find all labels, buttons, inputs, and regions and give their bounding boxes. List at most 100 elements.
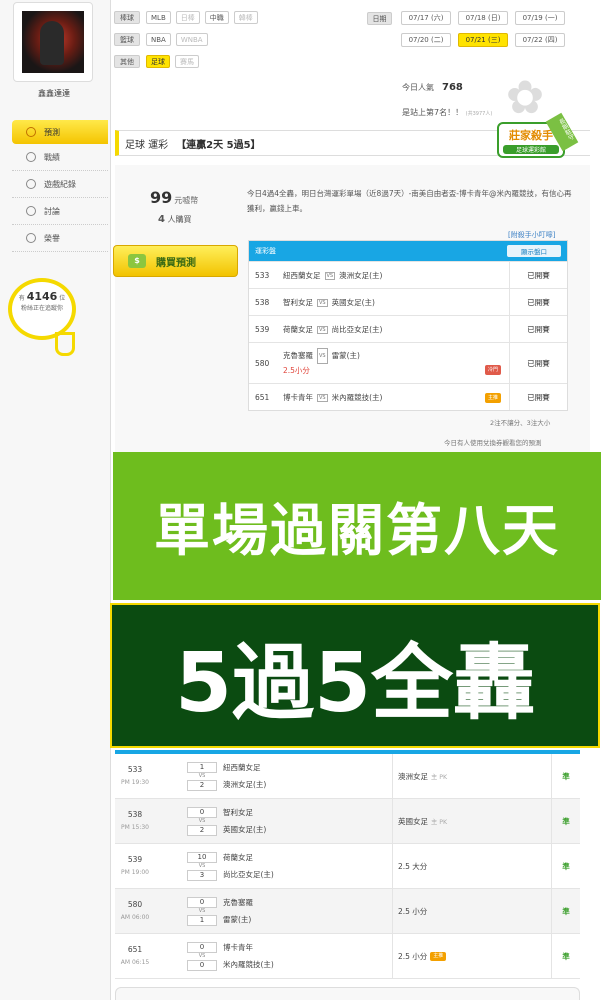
vs-icon: VS (198, 817, 206, 824)
team-away: 尚比亞女足(主) (331, 324, 383, 334)
hit-badge: 準 (562, 906, 570, 916)
filter-option-wnba[interactable]: WNBA (175, 33, 208, 46)
filter-option-cpbl[interactable]: 中職 (204, 11, 229, 24)
table-row: 533 PM 19:30 1 VS 2 紐西蘭女足 澳洲女足(主) 澳洲女足主 PK 準 (115, 754, 580, 799)
vs-icon: VS (317, 348, 328, 364)
popularity-label: 今日人氣 (402, 83, 434, 92)
comment-bar[interactable] (115, 987, 580, 1000)
team-away: 雷蒙(主) (223, 915, 252, 924)
popularity: 今日人氣 768 (402, 82, 463, 93)
price-value: 99 (150, 188, 173, 207)
team-home: 克魯塞羅 (283, 351, 313, 360)
date-option[interactable]: 07/19 (一) (515, 11, 565, 25)
follower-suffix: 位 (59, 295, 66, 302)
date-option-selected[interactable]: 07/21 (三) (458, 33, 508, 47)
avatar[interactable] (22, 11, 84, 73)
coupon-note: 今日有人使用兌換券觀看您的預測 (444, 439, 542, 447)
team-away: 英國女足(主) (331, 297, 375, 307)
team-away: 尚比亞女足(主) (223, 870, 274, 879)
pick-cell: 澳洲女足主 PK (393, 754, 552, 798)
team-home: 智利女足 (223, 808, 253, 817)
filter-option-soccer[interactable]: 足球 (146, 55, 170, 68)
score-home: 1 (187, 761, 217, 773)
pick-rules-note: 2注不讓分、3注大小 (490, 419, 551, 427)
filter-option-horse[interactable]: 賽馬 (175, 55, 199, 68)
filter-row-other: 其他 足球 賽馬 (114, 55, 204, 68)
main-pick-tag: 主推 (485, 393, 501, 403)
title-sport: 足球 運彩 (125, 139, 169, 151)
buy-prediction-button[interactable]: $ 購買預測 (113, 245, 238, 277)
username[interactable]: 鑫鑫達達 (14, 88, 94, 99)
filter-option-nba[interactable]: NBA (146, 33, 171, 46)
pick-value: 2.5小分 (283, 366, 310, 375)
avatar-frame[interactable] (13, 2, 93, 82)
team-home: 荷蘭女足 (283, 324, 313, 334)
buyers-count: 4 (158, 214, 165, 225)
game-number: 580 (127, 900, 143, 909)
menu-item-label: 預測 (44, 127, 60, 137)
game-cell: 533 PM 19:30 (115, 763, 155, 789)
date-option[interactable]: 07/22 (四) (515, 33, 565, 47)
buyers: 4 人購買 (158, 214, 192, 225)
trophy-icon (26, 233, 36, 243)
team-home: 博卡青年 (223, 943, 253, 952)
follower-prefix: 有 (18, 295, 25, 302)
team-away: 雷蒙(主) (331, 351, 360, 360)
edit-icon (26, 206, 36, 216)
popularity-value: 768 (442, 82, 463, 93)
vs-icon: VS (324, 271, 336, 280)
table-row: 580 克魯塞羅 VS 雷蒙(主) 2.5小分 冷門 已開賽 (249, 342, 567, 383)
follower-bulb: 有 4146 位 粉絲正在追蹤你 (8, 278, 76, 340)
filter-option-npb[interactable]: 日棒 (175, 11, 200, 24)
score-home: 0 (187, 896, 217, 908)
date-option[interactable]: 07/18 (日) (458, 11, 508, 25)
team-home: 博卡青年 (283, 392, 313, 402)
date-label: 日期 (367, 12, 392, 25)
team-home: 紐西蘭女足 (223, 763, 261, 772)
game-time: AM 06:15 (120, 959, 150, 966)
vs-icon: VS (198, 772, 206, 779)
filter-row-basketball: 籃球 NBA WNBA (114, 33, 213, 46)
status: 已開賽 (509, 289, 567, 315)
pick-table-header: 運彩盤 顯示盤口 (249, 241, 567, 261)
menu-item-discuss[interactable]: 討論 (12, 198, 108, 225)
table-row: 533 紐西蘭女足 VS 澳洲女足(主) 已開賽 (249, 261, 567, 288)
chat-icon (26, 152, 36, 162)
status: 已開賽 (509, 343, 567, 383)
hit-badge: 準 (562, 951, 570, 961)
menu-item-game-history[interactable]: 遊戲紀錄 (12, 171, 108, 198)
date-option[interactable]: 07/17 (六) (401, 11, 451, 25)
game-number: 538 (255, 297, 270, 307)
score-home: 10 (187, 851, 217, 863)
team-home: 克魯塞羅 (223, 898, 253, 907)
badge-subtitle: 足球運彩館 (503, 145, 559, 154)
score-home: 0 (187, 941, 217, 953)
vs-icon: VS (198, 952, 206, 959)
prediction-description: 今日4過4全轟，明日台灣運彩單場（近8過7天）-南美自由者盃-博卡青年@米內羅競… (247, 189, 572, 213)
game-number: 651 (255, 392, 270, 402)
rank-text: 是站上第7名！！ (402, 108, 464, 117)
team-away: 米內羅競技(主) (331, 392, 383, 402)
show-odds-button[interactable]: 顯示盤口 (507, 245, 561, 257)
filter-option-mlb[interactable]: MLB (146, 11, 171, 24)
unpopular-tag: 冷門 (485, 365, 501, 375)
banner-day-text: 單場過關第八天 (154, 498, 560, 564)
menu-item-predict[interactable]: 預測 (12, 120, 108, 144)
filter-row-baseball: 棒球 MLB 日棒 中職 韓棒 (114, 11, 263, 24)
helper-link[interactable]: [附殺手小叮嚀] (508, 230, 555, 240)
score-cell: 0 VS 0 (187, 941, 217, 971)
table-row: 538 PM 15:30 0 VS 2 智利女足 英國女足(主) 英國女足主 PK 準 (115, 799, 580, 844)
menu-item-record[interactable]: 戰績 (12, 144, 108, 171)
pick-cell: 2.5 小分 (393, 889, 552, 933)
score-home: 0 (187, 806, 217, 818)
hit-badge: 準 (562, 771, 570, 781)
date-option[interactable]: 07/20 (二) (401, 33, 451, 47)
table-row: 539 PM 19:00 10 VS 3 荷蘭女足 尚比亞女足(主) 2.5 大分 準 (115, 844, 580, 889)
team-home: 紐西蘭女足 (283, 270, 321, 280)
menu-item-honor[interactable]: 榮譽 (12, 225, 108, 252)
team-away: 澳洲女足(主) (223, 780, 267, 789)
title-streak: 【連贏2天 5過5】 (176, 139, 261, 151)
menu-item-label: 榮譽 (44, 233, 60, 243)
filter-option-kbo[interactable]: 韓棒 (233, 11, 258, 24)
score-cell: 0 VS 1 (187, 896, 217, 926)
